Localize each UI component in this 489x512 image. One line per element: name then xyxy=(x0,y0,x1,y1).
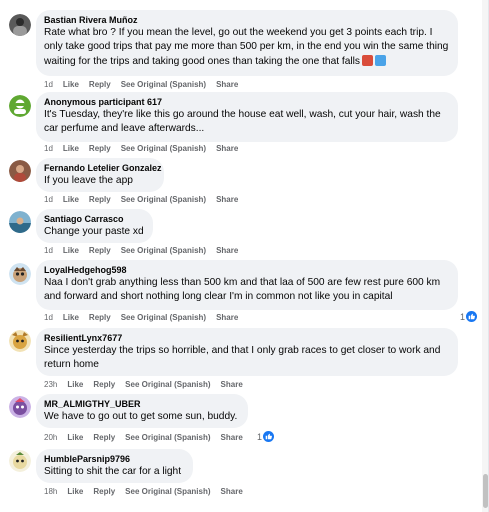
comment-time[interactable]: 1d xyxy=(44,80,53,89)
comment-text: Naa I don't grab anything less than 500 … xyxy=(44,277,441,303)
comment-time[interactable]: 1d xyxy=(44,144,53,153)
like-button[interactable]: Like xyxy=(63,246,79,255)
comment-text: Rate what bro ? If you mean the level, g… xyxy=(44,27,449,67)
like-button[interactable]: Like xyxy=(67,487,83,496)
sparkle-emoji-icon xyxy=(375,54,387,66)
avatar[interactable] xyxy=(9,14,31,36)
reply-button[interactable]: Reply xyxy=(89,246,111,255)
avatar[interactable] xyxy=(9,95,31,117)
comment-time[interactable]: 18h xyxy=(44,487,57,496)
share-button[interactable]: Share xyxy=(221,487,243,496)
share-button[interactable]: Share xyxy=(216,313,238,322)
comment-author[interactable]: Santiago Carrasco xyxy=(44,213,145,225)
comment-author[interactable]: Fernando Letelier Gonzalez xyxy=(44,162,162,174)
comment-actions: 20h Like Reply See Original (Spanish) Share xyxy=(44,433,253,442)
comment-text: If you leave the app xyxy=(44,175,133,186)
comment-time[interactable]: 20h xyxy=(44,433,57,442)
share-button[interactable]: Share xyxy=(216,246,238,255)
comment-actions: 1d Like Reply See Original (Spanish) Share xyxy=(44,144,248,153)
like-button[interactable]: Like xyxy=(67,380,83,389)
person-emoji-icon xyxy=(362,54,374,66)
comment-actions: 1d Like Reply See Original (Spanish) Share xyxy=(44,246,248,255)
comment-author[interactable]: LoyalHedgehog598 xyxy=(44,264,450,276)
comment-author[interactable]: MR_ALMIGTHY_UBER xyxy=(44,398,240,410)
share-button[interactable]: Share xyxy=(216,80,238,89)
reply-button[interactable]: Reply xyxy=(93,380,115,389)
thumbs-up-icon xyxy=(466,311,478,322)
share-button[interactable]: Share xyxy=(216,195,238,204)
comments-feed: Bastian Rivera Muñoz Rate what bro ? If … xyxy=(0,0,482,512)
comment-text: Since yesterday the trips so horrible, a… xyxy=(44,345,441,371)
avatar[interactable] xyxy=(9,450,31,472)
comment-time[interactable]: 1d xyxy=(44,246,53,255)
comment-bubble: LoyalHedgehog598 Naa I don't grab anythi… xyxy=(36,260,458,310)
comment-author[interactable]: HumbleParsnip9796 xyxy=(44,453,185,465)
comment-time[interactable]: 1d xyxy=(44,195,53,204)
like-button[interactable]: Like xyxy=(63,313,79,322)
see-original-button[interactable]: See Original (Spanish) xyxy=(125,487,210,496)
see-original-button[interactable]: See Original (Spanish) xyxy=(121,246,206,255)
avatar[interactable] xyxy=(9,160,31,182)
see-original-button[interactable]: See Original (Spanish) xyxy=(125,433,210,442)
comment-actions: 1d Like Reply See Original (Spanish) Share xyxy=(44,195,248,204)
comment-actions: 23h Like Reply See Original (Spanish) Share xyxy=(44,380,253,389)
like-button[interactable]: Like xyxy=(63,144,79,153)
reply-button[interactable]: Reply xyxy=(93,487,115,496)
avatar[interactable] xyxy=(9,263,31,285)
avatar[interactable] xyxy=(9,211,31,233)
see-original-button[interactable]: See Original (Spanish) xyxy=(121,144,206,153)
comment-bubble: HumbleParsnip9796 Sitting to shit the ca… xyxy=(36,449,193,483)
comment-time[interactable]: 1d xyxy=(44,313,53,322)
avatar[interactable] xyxy=(9,330,31,352)
reply-button[interactable]: Reply xyxy=(89,313,111,322)
reply-button[interactable]: Reply xyxy=(89,144,111,153)
comment-actions: 18h Like Reply See Original (Spanish) Share xyxy=(44,487,253,496)
like-button[interactable]: Like xyxy=(63,80,79,89)
reply-button[interactable]: Reply xyxy=(89,80,111,89)
reaction-count[interactable]: 1 xyxy=(460,311,478,322)
comment-author[interactable]: Anonymous participant 617 xyxy=(44,96,450,108)
comment-bubble: Fernando Letelier Gonzalez If you leave … xyxy=(36,158,164,192)
see-original-button[interactable]: See Original (Spanish) xyxy=(125,380,210,389)
like-button[interactable]: Like xyxy=(63,195,79,204)
comment-author[interactable]: Bastian Rivera Muñoz xyxy=(44,14,450,26)
comment-actions: 1d Like Reply See Original (Spanish) Share xyxy=(44,313,248,322)
see-original-button[interactable]: See Original (Spanish) xyxy=(121,80,206,89)
comment-bubble: Anonymous participant 617 It's Tuesday, … xyxy=(36,92,458,142)
comment-text: Change your paste xd xyxy=(44,226,144,237)
see-original-button[interactable]: See Original (Spanish) xyxy=(121,195,206,204)
comment-bubble: ResilientLynx7677 Since yesterday the tr… xyxy=(36,328,458,376)
comment-actions: 1d Like Reply See Original (Spanish) Share xyxy=(44,80,248,89)
reply-button[interactable]: Reply xyxy=(89,195,111,204)
reaction-count[interactable]: 1 xyxy=(257,431,275,442)
see-original-button[interactable]: See Original (Spanish) xyxy=(121,313,206,322)
comment-bubble: MR_ALMIGTHY_UBER We have to go out to ge… xyxy=(36,394,248,428)
share-button[interactable]: Share xyxy=(221,433,243,442)
share-button[interactable]: Share xyxy=(216,144,238,153)
comment-bubble: Santiago Carrasco Change your paste xd xyxy=(36,209,153,243)
comment-text: It's Tuesday, they're like this go aroun… xyxy=(44,109,441,135)
thumbs-up-icon xyxy=(263,431,275,442)
comment-text: We have to go out to get some sun, buddy… xyxy=(44,411,238,422)
avatar[interactable] xyxy=(9,396,31,418)
reply-button[interactable]: Reply xyxy=(93,433,115,442)
comment-time[interactable]: 23h xyxy=(44,380,57,389)
like-button[interactable]: Like xyxy=(67,433,83,442)
share-button[interactable]: Share xyxy=(221,380,243,389)
comment-bubble: Bastian Rivera Muñoz Rate what bro ? If … xyxy=(36,10,458,76)
comment-text: Sitting to shit the car for a light xyxy=(44,466,182,477)
comment-author[interactable]: ResilientLynx7677 xyxy=(44,332,450,344)
